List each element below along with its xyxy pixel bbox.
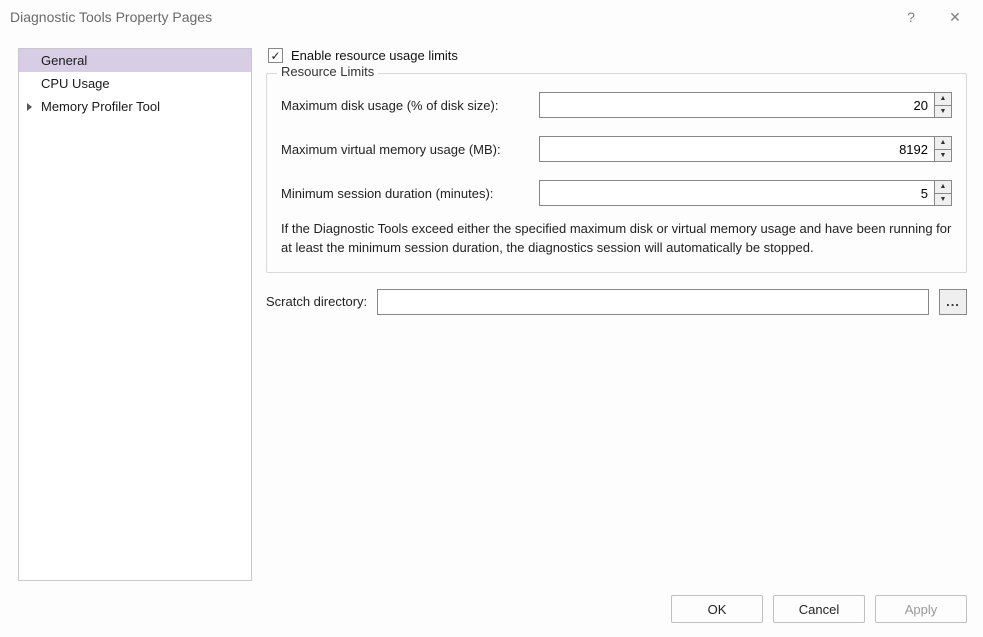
enable-limits-label: Enable resource usage limits (291, 48, 458, 63)
min-session-label: Minimum session duration (minutes): (281, 186, 539, 201)
sidebar-item-label: Memory Profiler Tool (41, 99, 160, 114)
scratch-directory-input[interactable] (377, 289, 929, 315)
main-panel: ✓ Enable resource usage limits Resource … (266, 48, 967, 581)
content-area: General CPU Usage Memory Profiler Tool ✓… (18, 48, 967, 581)
close-icon[interactable]: ✕ (933, 2, 977, 32)
expander-icon[interactable] (27, 103, 32, 111)
max-disk-spinner: ▲ ▼ (539, 92, 952, 118)
titlebar: Diagnostic Tools Property Pages ? ✕ (0, 0, 983, 34)
max-vmem-row: Maximum virtual memory usage (MB): ▲ ▼ (281, 136, 952, 162)
min-session-input[interactable] (539, 180, 934, 206)
window-title: Diagnostic Tools Property Pages (10, 9, 889, 25)
spin-up-icon[interactable]: ▲ (935, 181, 951, 194)
browse-button[interactable]: ... (939, 289, 967, 315)
ok-button[interactable]: OK (671, 595, 763, 623)
spin-down-icon[interactable]: ▼ (935, 106, 951, 118)
category-tree: General CPU Usage Memory Profiler Tool (18, 48, 252, 581)
spin-down-icon[interactable]: ▼ (935, 194, 951, 206)
max-disk-spin-buttons: ▲ ▼ (934, 92, 952, 118)
dialog-buttons: OK Cancel Apply (671, 595, 967, 623)
sidebar-item-label: CPU Usage (41, 76, 110, 91)
cancel-button[interactable]: Cancel (773, 595, 865, 623)
sidebar-item-memory-profiler[interactable]: Memory Profiler Tool (19, 95, 251, 118)
spin-up-icon[interactable]: ▲ (935, 137, 951, 150)
min-session-spin-buttons: ▲ ▼ (934, 180, 952, 206)
spin-up-icon[interactable]: ▲ (935, 93, 951, 106)
max-vmem-label: Maximum virtual memory usage (MB): (281, 142, 539, 157)
min-session-row: Minimum session duration (minutes): ▲ ▼ (281, 180, 952, 206)
min-session-spinner: ▲ ▼ (539, 180, 952, 206)
max-vmem-input[interactable] (539, 136, 934, 162)
sidebar-item-cpu-usage[interactable]: CPU Usage (19, 72, 251, 95)
scratch-directory-label: Scratch directory: (266, 294, 367, 309)
max-disk-input[interactable] (539, 92, 934, 118)
resource-limits-group: Resource Limits Maximum disk usage (% of… (266, 73, 967, 273)
max-disk-row: Maximum disk usage (% of disk size): ▲ ▼ (281, 92, 952, 118)
max-vmem-spin-buttons: ▲ ▼ (934, 136, 952, 162)
apply-button[interactable]: Apply (875, 595, 967, 623)
max-disk-label: Maximum disk usage (% of disk size): (281, 98, 539, 113)
enable-limits-checkbox[interactable]: ✓ (268, 48, 283, 63)
help-icon[interactable]: ? (889, 2, 933, 32)
resource-limits-legend: Resource Limits (277, 64, 378, 79)
sidebar-item-general[interactable]: General (19, 49, 251, 72)
enable-limits-row: ✓ Enable resource usage limits (266, 48, 967, 63)
spin-down-icon[interactable]: ▼ (935, 150, 951, 162)
max-vmem-spinner: ▲ ▼ (539, 136, 952, 162)
sidebar-item-label: General (41, 53, 87, 68)
scratch-directory-row: Scratch directory: ... (266, 289, 967, 315)
limits-helper-text: If the Diagnostic Tools exceed either th… (281, 220, 952, 258)
